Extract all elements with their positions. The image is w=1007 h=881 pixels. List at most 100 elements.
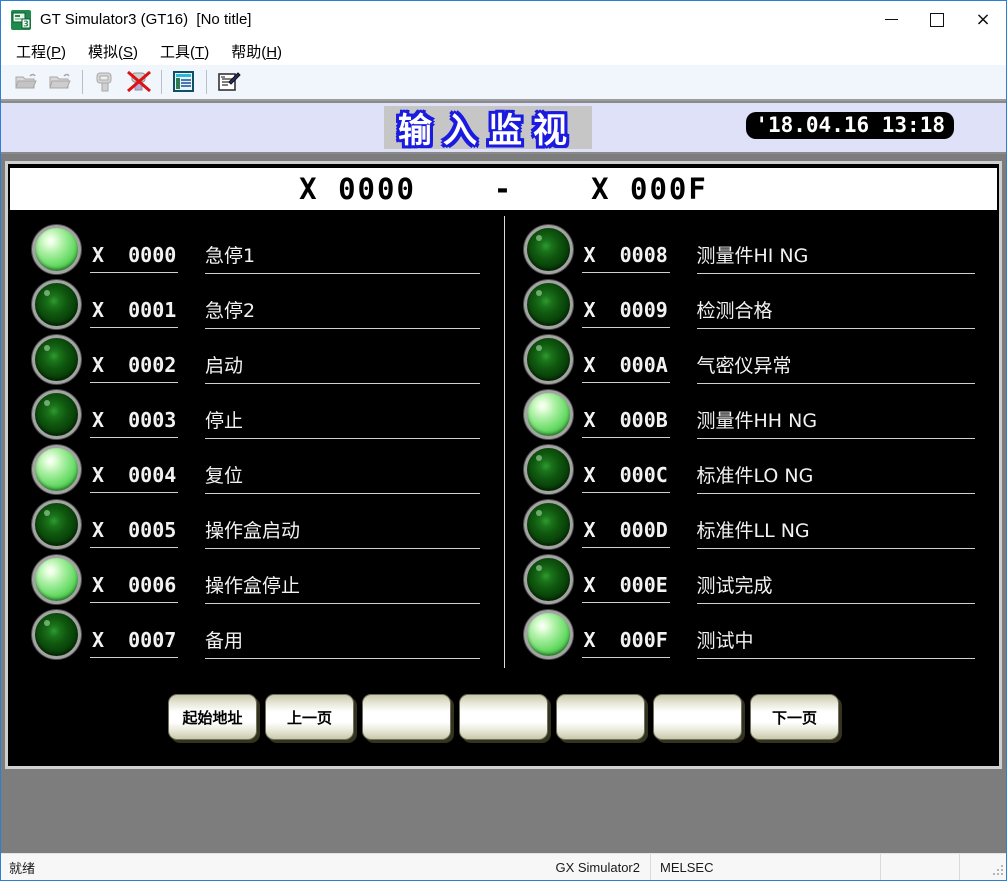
minimize-button[interactable] [868, 1, 914, 38]
lamp-off-icon [32, 390, 81, 439]
device-address: X 000A [582, 353, 670, 383]
status-plc-type: MELSEC [651, 854, 880, 880]
resize-grip[interactable] [994, 868, 1003, 877]
device-comment: 备用 [205, 626, 480, 659]
monitor-row: X 0001 急停2 [32, 277, 504, 332]
monitor-row: X 0004 复位 [32, 442, 504, 497]
device-monitor-icon[interactable] [171, 70, 197, 94]
monitor-row: X 0000急停1 [32, 222, 504, 277]
start-simulation-icon[interactable] [92, 70, 118, 94]
gt-simulator-window: { "window": { "title": "GT Simulator3 (G… [0, 0, 1007, 881]
toolbar-separator [206, 70, 207, 94]
screen-title: 输入监视 [398, 103, 578, 152]
function-key-row: 起始地址上一页 下一页 [8, 694, 999, 740]
lamp-off-icon [524, 335, 573, 384]
monitor-row: X 0003停止 [32, 387, 504, 442]
monitor-row: X 000D 标准件LL NG [524, 497, 1000, 552]
device-comment: 复位 [205, 461, 480, 494]
device-comment: 标准件LO NG [697, 461, 976, 494]
monitor-row: X 000F测试中 [524, 607, 1000, 662]
address-range-header: X 0000 - X 000F [10, 168, 997, 210]
device-address: X 000E [582, 573, 670, 603]
datetime-display: '18.04.16 13:18 [746, 112, 954, 139]
option-setup-icon[interactable] [216, 70, 242, 94]
device-address: X 0009 [582, 298, 670, 328]
lamp-on-icon [524, 390, 573, 439]
start-address-button[interactable]: 起始地址 [168, 694, 257, 740]
close-button[interactable]: × [960, 1, 1006, 38]
lamp-off-icon [524, 555, 573, 604]
stop-simulation-icon[interactable] [126, 70, 152, 94]
monitor-column-left: X 0000急停1X 0001急停2X 0002启动X 0003停止X 0004… [8, 216, 504, 668]
device-comment: 启动 [205, 351, 480, 384]
monitor-row: X 000C标准件LO NG [524, 442, 1000, 497]
menu-simulate[interactable]: 模拟(S) [77, 39, 149, 64]
monitor-row: X 0008 测量件HI NG [524, 222, 1000, 277]
monitor-row: X 000A 气密仪异常 [524, 332, 1000, 387]
window-controls: × [868, 1, 1006, 38]
blank-function-button[interactable] [556, 694, 645, 740]
toolbar-separator [161, 70, 162, 94]
menu-project[interactable]: 工程(P) [5, 39, 77, 64]
blank-function-button[interactable] [653, 694, 742, 740]
open-project-icon[interactable] [13, 70, 39, 94]
monitor-row: X 0005 操作盒启动 [32, 497, 504, 552]
lamp-off-icon [32, 610, 81, 659]
close-icon: × [975, 11, 990, 29]
device-address: X 000F [582, 628, 670, 658]
device-address: X 0005 [90, 518, 178, 548]
lamp-on-icon [32, 445, 81, 494]
device-comment: 气密仪异常 [697, 351, 976, 384]
lamp-off-icon [524, 445, 573, 494]
prev-page-button[interactable]: 上一页 [265, 694, 354, 740]
status-empty-cell [881, 854, 959, 880]
lamp-off-icon [32, 500, 81, 549]
device-comment: 操作盒启动 [205, 516, 480, 549]
title-bar: 3 GT Simulator3 (GT16) [No title] × [1, 1, 1006, 38]
device-comment: 标准件LL NG [697, 516, 976, 549]
monitor-row: X 0002 启动 [32, 332, 504, 387]
menu-bar: 工程(P) 模拟(S) 工具(T) 帮助(H) [1, 38, 1006, 65]
lamp-off-icon [32, 280, 81, 329]
device-address: X 0006 [90, 573, 178, 603]
monitor-row: X 0007备用 [32, 607, 504, 662]
blank-function-button[interactable] [362, 694, 451, 740]
hmi-header-band: 输入监视 '18.04.16 13:18 [1, 101, 1006, 154]
blank-function-button[interactable] [459, 694, 548, 740]
device-comment: 测试完成 [697, 571, 976, 604]
lamp-off-icon [524, 225, 573, 274]
monitor-panel: X 0000 - X 000F X 0000急停1X 0001急停2X 0002… [5, 161, 1002, 769]
menu-tools[interactable]: 工具(T) [149, 39, 220, 64]
device-address: X 0008 [582, 243, 670, 273]
status-empty-cell [960, 854, 994, 880]
menu-help[interactable]: 帮助(H) [220, 39, 293, 64]
screen-title-box: 输入监视 [384, 106, 592, 149]
device-address: X 0000 [90, 243, 178, 273]
status-bar: 就绪 GX Simulator2 MELSEC [1, 853, 1006, 880]
monitor-row: X 0009 检测合格 [524, 277, 1000, 332]
lamp-off-icon [524, 500, 573, 549]
device-address: X 0001 [90, 298, 178, 328]
device-address: X 0002 [90, 353, 178, 383]
open-icon[interactable] [47, 70, 73, 94]
window-title: GT Simulator3 (GT16) [No title] [40, 11, 251, 28]
status-simulator: GX Simulator2 [530, 854, 650, 880]
lamp-on-icon [32, 555, 81, 604]
svg-text:3: 3 [23, 19, 29, 28]
maximize-button[interactable] [914, 1, 960, 38]
device-comment: 操作盒停止 [205, 571, 480, 604]
lamp-off-icon [32, 335, 81, 384]
lamp-on-icon [524, 610, 573, 659]
device-comment: 测量件HI NG [697, 241, 976, 274]
device-comment: 急停2 [205, 296, 480, 329]
monitor-row: X 000B测量件HH NG [524, 387, 1000, 442]
device-address: X 0004 [90, 463, 178, 493]
next-page-button[interactable]: 下一页 [750, 694, 839, 740]
lamp-off-icon [524, 280, 573, 329]
minimize-icon [885, 19, 898, 20]
device-address: X 0003 [90, 408, 178, 438]
device-comment: 检测合格 [697, 296, 976, 329]
toolbar-separator [82, 70, 83, 94]
hmi-screen: 输入监视 '18.04.16 13:18 X 0000 - X 000F X 0… [1, 101, 1006, 856]
device-address: X 000D [582, 518, 670, 548]
